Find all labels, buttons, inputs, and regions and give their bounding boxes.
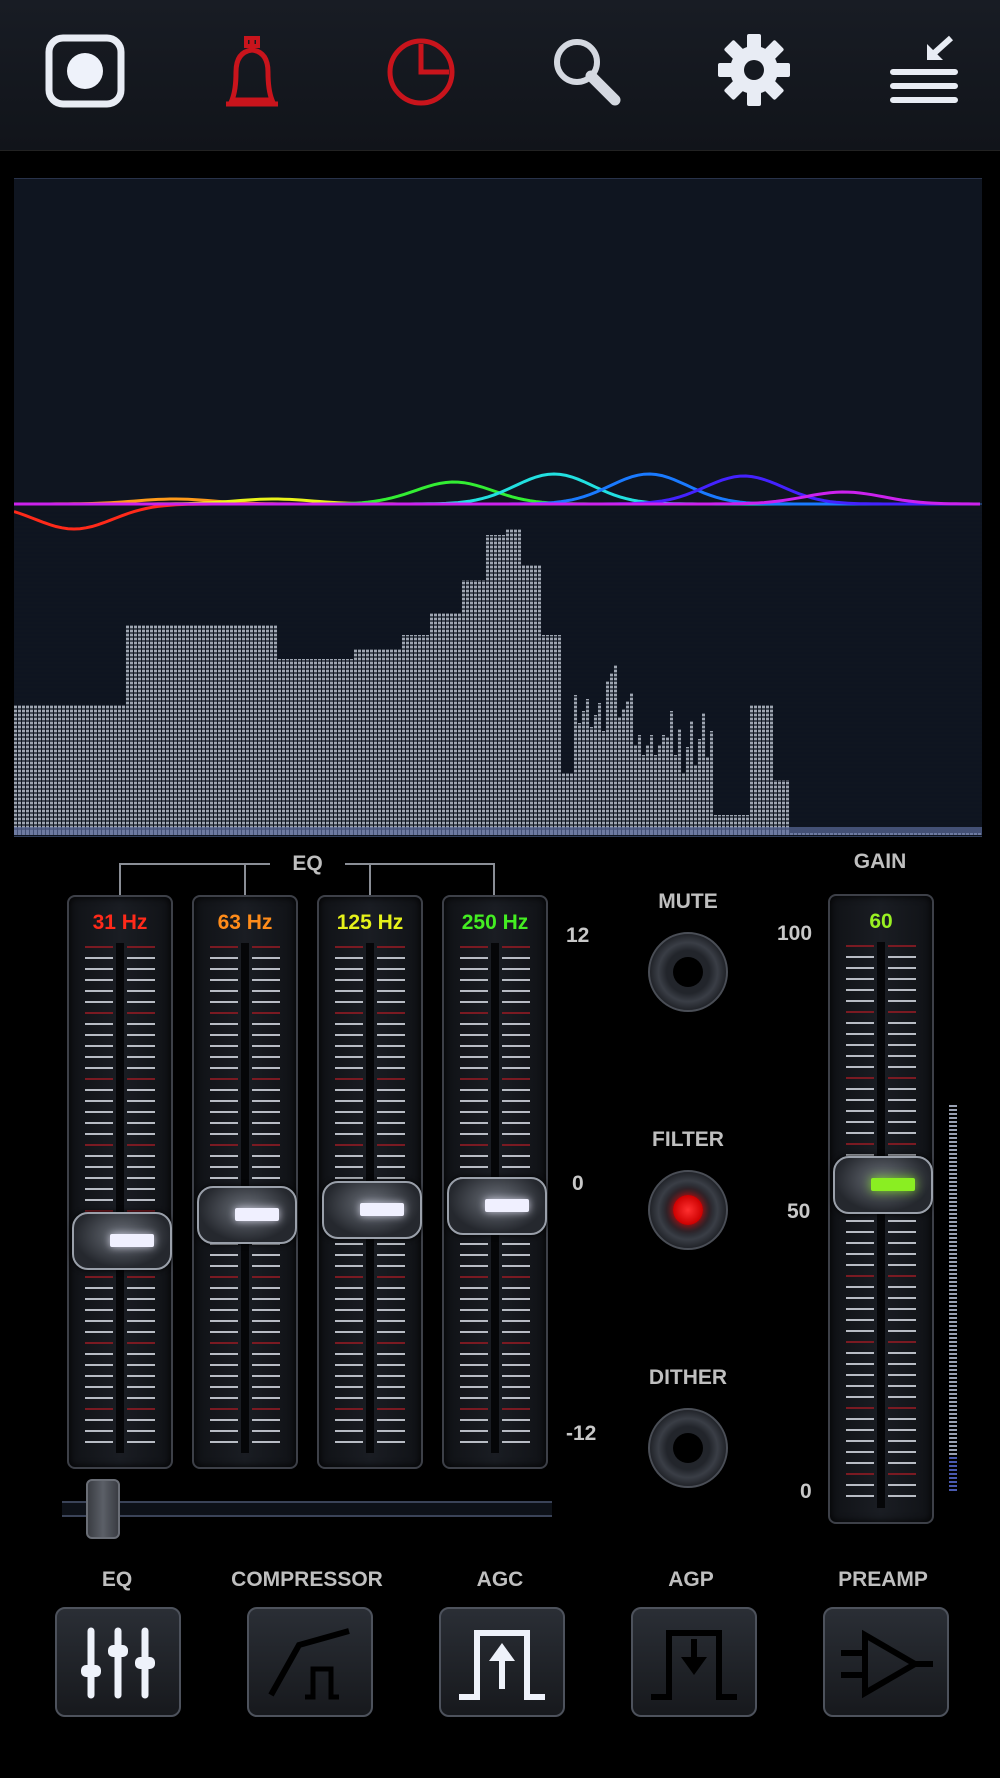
eq-slider-knob[interactable]: [72, 1212, 172, 1271]
top-toolbar: [0, 0, 1000, 151]
balance-slider[interactable]: [62, 1479, 552, 1539]
agp-button-label: AGP: [668, 1568, 714, 1591]
preamp-icon: [841, 1629, 933, 1699]
gain-slider-knob[interactable]: [833, 1156, 933, 1214]
balance-slider-thumb[interactable]: [86, 1479, 120, 1539]
filter-indicator: [673, 1195, 703, 1225]
gain-scale-min: 0: [800, 1480, 812, 1503]
gain-value: 60: [869, 910, 893, 933]
preamp-button[interactable]: [823, 1607, 949, 1717]
eq-scale-mid: 0: [572, 1172, 584, 1195]
agc-button-label: AGC: [476, 1568, 524, 1591]
agp-icon: [651, 1630, 737, 1700]
mute-label: MUTE: [658, 890, 718, 913]
eq-button-label: EQ: [101, 1568, 133, 1591]
compressor-button-label: COMPRESSOR: [231, 1568, 383, 1591]
eq-slider-250hz[interactable]: 250 Hz: [442, 895, 548, 1469]
gain-scale-max: 100: [777, 922, 813, 945]
filter-toggle[interactable]: [648, 1170, 728, 1250]
settings-gear-icon[interactable]: [704, 30, 804, 120]
gain-label: GAIN: [853, 850, 907, 873]
eq-slider-knob[interactable]: [322, 1181, 422, 1240]
compressor-curve-icon: [268, 1628, 350, 1700]
band-frequency-label: 250 Hz: [461, 911, 529, 934]
minimize-menu-icon[interactable]: [875, 30, 975, 120]
dither-indicator: [673, 1433, 703, 1463]
agc-button[interactable]: [439, 1607, 565, 1717]
gain-slider[interactable]: 60: [828, 894, 934, 1524]
record-icon[interactable]: [35, 30, 135, 120]
mute-toggle[interactable]: [648, 932, 728, 1012]
agc-icon: [459, 1630, 545, 1700]
slider-ticks: [85, 943, 155, 1453]
eq-sliders-icon: [81, 1627, 155, 1699]
eq-scale-min: -12: [566, 1422, 597, 1445]
band-frequency-label: 31 Hz: [92, 911, 148, 934]
compressor-button[interactable]: [247, 1607, 373, 1717]
eq-slider-63hz[interactable]: 63 Hz: [192, 895, 298, 1469]
gain-scale-mid: 50: [787, 1200, 811, 1223]
dither-label: DITHER: [648, 1366, 728, 1389]
filter-label: FILTER: [652, 1128, 724, 1151]
eq-slider-knob[interactable]: [447, 1177, 547, 1235]
slider-ticks: [846, 942, 916, 1508]
timer-icon[interactable]: [371, 30, 471, 120]
agp-button[interactable]: [631, 1607, 757, 1717]
spectrum-analyzer: [14, 178, 982, 837]
eq-scale-max: 12: [566, 924, 590, 947]
alarm-bell-icon[interactable]: [202, 30, 302, 120]
preamp-button-label: PREAMP: [838, 1568, 928, 1591]
eq-slider-knob[interactable]: [197, 1185, 297, 1244]
eq-button[interactable]: [55, 1607, 181, 1717]
search-icon[interactable]: [537, 30, 637, 120]
dither-toggle[interactable]: [648, 1408, 728, 1488]
output-level-meter: [949, 1105, 957, 1491]
eq-slider-125hz[interactable]: 125 Hz: [317, 895, 423, 1469]
band-frequency-label: 63 Hz: [217, 911, 273, 934]
eq-group-label: EQ: [292, 852, 323, 875]
eq-slider-31hz[interactable]: 31 Hz: [67, 895, 173, 1469]
mute-indicator: [673, 957, 703, 987]
band-frequency-label: 125 Hz: [336, 911, 404, 934]
